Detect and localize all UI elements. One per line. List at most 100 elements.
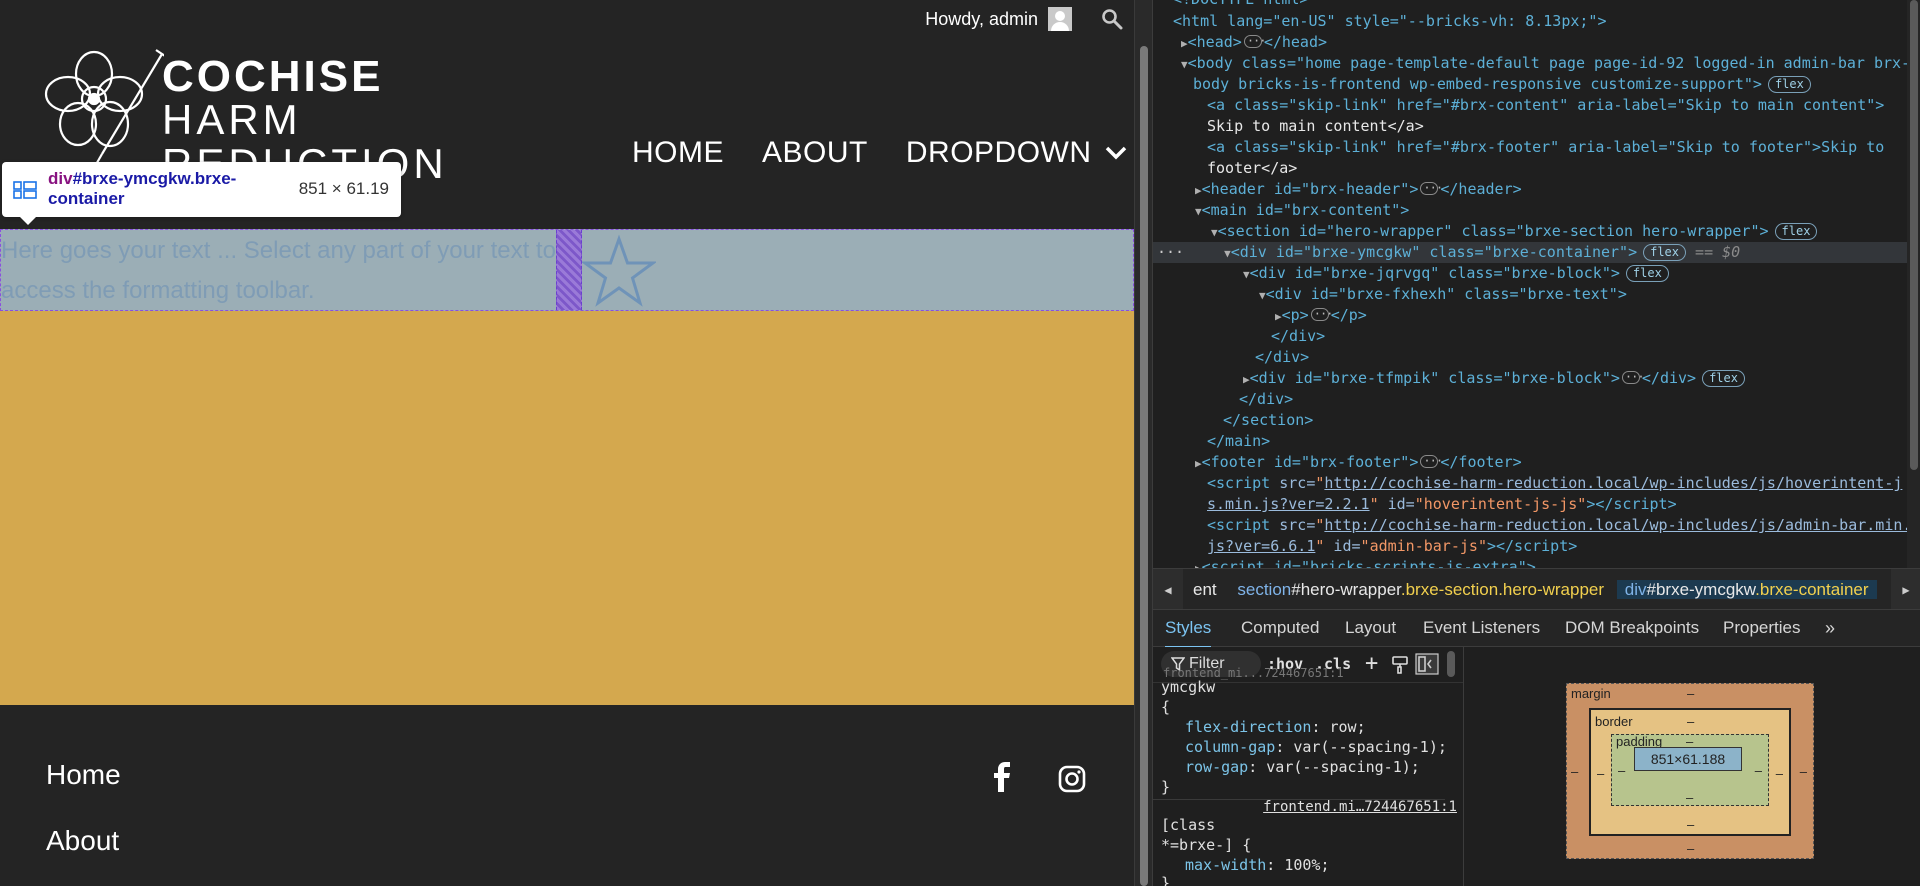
tab-computed[interactable]: Computed — [1241, 610, 1319, 646]
instagram-icon[interactable] — [1058, 765, 1086, 793]
star-icon — [582, 234, 656, 307]
hero-section: Here goes your text ... Select any part … — [0, 229, 1134, 705]
skip-link-2[interactable]: <a class="skip-link" href="#brx-footer" … — [1207, 137, 1884, 158]
website-viewport: Howdy, admin COCHISE HARM REDUCTION HOME… — [0, 0, 1134, 886]
box-model-border[interactable]: border – – – – padding – – – – 851×61.18… — [1589, 708, 1791, 836]
main-nav: HOME ABOUT DROPDOWN — [632, 136, 1128, 170]
page-scrollbar[interactable] — [1134, 0, 1152, 886]
tab-event-listeners[interactable]: Event Listeners — [1423, 610, 1540, 646]
admin-greeting[interactable]: Howdy, admin — [925, 9, 1038, 30]
chevron-down-icon — [1105, 146, 1126, 160]
section-node[interactable]: ▼<section id="hero-wrapper" class="brxe-… — [1211, 221, 1818, 242]
head-node[interactable]: ▶<head></head> — [1181, 31, 1327, 53]
margin-right-value: – — [1799, 764, 1807, 779]
body-node-cont[interactable]: body bricks-is-frontend wp-embed-respons… — [1193, 74, 1811, 95]
box-model-margin[interactable]: margin – – – – border – – – – padding – … — [1566, 683, 1814, 859]
devtools-tabs: Styles Computed Layout Event Listeners D… — [1153, 610, 1920, 648]
block1-node[interactable]: ▼<div id="brxe-jqrvgq" class="brxe-block… — [1243, 263, 1669, 284]
avatar[interactable] — [1048, 7, 1072, 31]
script-node-1[interactable]: <script src="http://cochise-harm-reducti… — [1207, 473, 1902, 494]
border-right-value: – — [1775, 766, 1783, 781]
nav-item-home[interactable]: HOME — [632, 136, 724, 170]
tooltip-selector: div#brxe-ymcgkw.brxe-container — [48, 169, 298, 209]
main-close[interactable]: </main> — [1207, 431, 1270, 452]
page-scrollbar-thumb[interactable] — [1140, 46, 1148, 886]
nav-item-dropdown[interactable]: DROPDOWN — [906, 136, 1128, 170]
div-close-1[interactable]: </div> — [1271, 326, 1325, 347]
header-node[interactable]: ▶<header id="brx-header"></header> — [1195, 178, 1522, 200]
main-node[interactable]: ▼<main id="brx-content"> — [1195, 200, 1409, 221]
styles-scrollbar-thumb[interactable] — [1447, 651, 1455, 677]
tab-layout[interactable]: Layout — [1345, 610, 1396, 646]
skip-link-1[interactable]: <a class="skip-link" href="#brx-content"… — [1207, 95, 1884, 116]
paint-icon[interactable] — [1391, 655, 1409, 675]
margin-top-value: – — [1687, 686, 1695, 701]
column-gap-overlay — [556, 230, 582, 310]
border-label: border — [1595, 714, 1633, 729]
rule1-prop-0[interactable]: flex-direction: row; — [1185, 717, 1366, 737]
nav-item-about[interactable]: ABOUT — [762, 136, 868, 170]
hero-text[interactable]: Here goes your text ... Select any part … — [1, 230, 556, 310]
highlighted-container[interactable]: Here goes your text ... Select any part … — [0, 229, 1134, 311]
rule1-selector[interactable]: ymcgkw — [1161, 677, 1215, 697]
text-node[interactable]: ▼<div id="brxe-fxhexh" class="brxe-text"… — [1259, 284, 1627, 305]
more-tabs-icon[interactable]: » — [1825, 610, 1835, 646]
script-node-2-cont[interactable]: js?ver=6.6.1" id="admin-bar-js"></script… — [1207, 536, 1577, 557]
border-top-value: – — [1687, 714, 1695, 729]
tab-properties[interactable]: Properties — [1723, 610, 1800, 646]
skip-link-2-cont[interactable]: footer</a> — [1207, 158, 1297, 179]
box-model-padding[interactable]: padding – – – – 851×61.188 — [1611, 734, 1769, 806]
logo-line-1: COCHISE — [162, 52, 384, 101]
breadcrumb-items: ent section#hero-wrapper.brxe-section.he… — [1185, 569, 1877, 609]
add-rule-icon[interactable]: + — [1365, 647, 1378, 681]
breadcrumb-item-div[interactable]: div#brxe-ymcgkw.brxe-container — [1616, 580, 1877, 599]
element-inspect-tooltip: div#brxe-ymcgkw.brxe-container 851 × 61.… — [2, 162, 401, 225]
padding-right-value: – — [1754, 763, 1762, 778]
facebook-icon[interactable] — [990, 762, 1014, 792]
search-icon[interactable] — [1100, 7, 1124, 31]
html-node[interactable]: <html lang="en-US" style="--bricks-vh: 8… — [1173, 11, 1606, 32]
div-close-3[interactable]: </div> — [1239, 389, 1293, 410]
script-node-1-cont[interactable]: s.min.js?ver=2.2.1" id="hoverintent-js-j… — [1207, 494, 1677, 515]
body-node[interactable]: ▼<body class="home page-template-default… — [1181, 53, 1910, 74]
footer-link-about[interactable]: About — [46, 825, 119, 857]
breadcrumb: ◀ ent section#hero-wrapper.brxe-section.… — [1153, 568, 1920, 610]
flex-layout-icon — [13, 181, 37, 199]
breadcrumb-item-ent[interactable]: ent — [1185, 580, 1225, 599]
devtools-panel: <!DOCTYPE html> <html lang="en-US" style… — [1152, 0, 1920, 886]
tab-styles[interactable]: Styles — [1165, 610, 1212, 648]
tab-dom-breakpoints[interactable]: DOM Breakpoints — [1565, 610, 1699, 646]
box-model-content[interactable]: 851×61.188 — [1634, 747, 1742, 771]
footer-node[interactable]: ▶<footer id="brx-footer"></footer> — [1195, 451, 1522, 473]
rule1-close-brace: } — [1161, 778, 1171, 796]
div-close-2[interactable]: </div> — [1255, 347, 1309, 368]
padding-bottom-value: – — [1686, 790, 1694, 805]
rule1-prop-2[interactable]: row-gap: var(--spacing-1); — [1185, 757, 1420, 777]
selected-container-node[interactable]: ··· ▼<div id="brxe-ymcgkw" class="brxe-co… — [1153, 242, 1920, 263]
section-close[interactable]: </section> — [1223, 410, 1313, 431]
styles-scrollbar[interactable] — [1445, 647, 1457, 886]
styles-pane: Filter :hov .cls + frontend_mi...7244676… — [1153, 647, 1463, 886]
margin-bottom-value: – — [1687, 841, 1695, 856]
rule2-selector-b[interactable]: *=brxe-] { — [1161, 835, 1251, 855]
breadcrumb-left-arrow[interactable]: ◀ — [1153, 569, 1183, 609]
rule2-prop-0[interactable]: max-width: 100%; — [1185, 855, 1330, 875]
footer-link-home[interactable]: Home — [46, 759, 121, 791]
block2-node[interactable]: ▶<div id="brxe-tfmpik" class="brxe-block… — [1243, 367, 1745, 389]
doctype-line[interactable]: <!DOCTYPE html> — [1173, 0, 1308, 10]
elements-scrollbar[interactable] — [1907, 0, 1920, 568]
elements-scrollbar-thumb[interactable] — [1910, 0, 1918, 470]
breadcrumb-item-section[interactable]: section#hero-wrapper.brxe-section.hero-w… — [1229, 580, 1612, 599]
script-node-3[interactable]: ▶<script id="bricks-scripts-js-extra"> — [1195, 557, 1536, 568]
breadcrumb-right-arrow[interactable]: ▶ — [1891, 569, 1920, 609]
border-left-value: – — [1597, 766, 1605, 781]
p-node[interactable]: ▶<p></p> — [1275, 304, 1367, 326]
skip-link-1-cont[interactable]: Skip to main content</a> — [1207, 116, 1424, 137]
site-footer: Home About — [0, 705, 1134, 886]
script-node-2[interactable]: <script src="http://cochise-harm-reducti… — [1207, 515, 1911, 536]
box-model-diagram: margin – – – – border – – – – padding – … — [1463, 647, 1920, 886]
rule2-selector-a[interactable]: [class — [1161, 815, 1215, 835]
toggle-sidebar-icon[interactable] — [1415, 653, 1439, 675]
rule1-prop-1[interactable]: column-gap: var(--spacing-1); — [1185, 737, 1447, 757]
rule2-source-link[interactable]: frontend.mi…724467651:1 — [1263, 799, 1457, 815]
